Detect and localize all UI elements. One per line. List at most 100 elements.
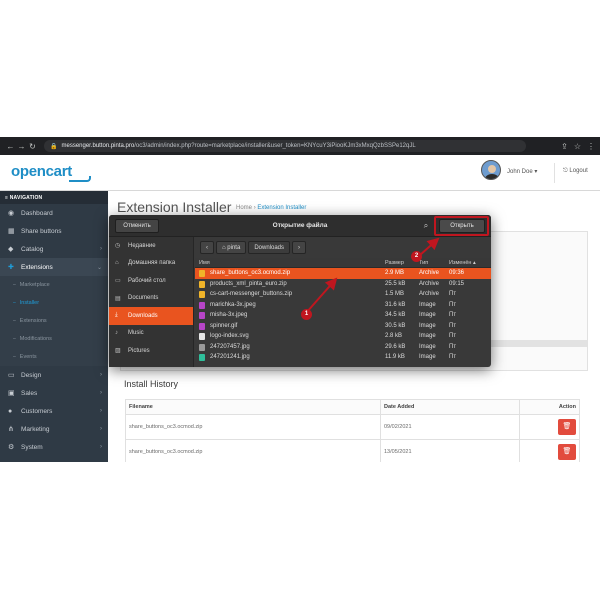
path-segment-home[interactable]: ⌂ pinta xyxy=(216,241,247,254)
star-icon[interactable]: ☆ xyxy=(574,142,581,151)
back-icon[interactable]: ← xyxy=(5,142,16,151)
place-label: Домашняя папка xyxy=(128,260,176,267)
sidebar-item-dashboard[interactable]: ◉ Dashboard xyxy=(0,204,108,222)
breadcrumb-current[interactable]: Extension Installer xyxy=(257,205,306,211)
screenshot: ← → ↻ 🔒 messenger.button.pinta.pro /oc3/… xyxy=(0,137,600,462)
bullet-icon: – xyxy=(13,282,16,288)
place-desktop[interactable]: ▭ Рабочий стол xyxy=(109,272,193,290)
sidebar-item-share-buttons[interactable]: ▦ Share buttons xyxy=(0,222,108,240)
column-header: Date Added xyxy=(380,399,520,415)
file-name: cs-cart-messenger_buttons.zip xyxy=(210,291,293,297)
sidebar-item-sales[interactable]: ▣ Sales › xyxy=(0,384,108,402)
breadcrumb-home[interactable]: Home xyxy=(236,205,252,211)
sidebar-item-marketing[interactable]: ⋔ Marketing › xyxy=(0,420,108,438)
share-icon: ⋔ xyxy=(8,426,14,433)
sidebar-subitem-events[interactable]: – Events xyxy=(0,348,108,366)
forward-icon[interactable]: → xyxy=(16,142,27,151)
opencart-logo[interactable]: opencart xyxy=(11,163,91,182)
user-icon: ● xyxy=(8,407,13,415)
browser-toolbar: ← → ↻ 🔒 messenger.button.pinta.pro /oc3/… xyxy=(0,137,600,155)
step-badge-1: 1 xyxy=(301,309,312,320)
share-icon[interactable]: ⇪ xyxy=(561,142,568,151)
file-modified: Пт xyxy=(449,333,457,339)
place-music[interactable]: ♪ Music xyxy=(109,325,193,343)
file-row[interactable]: cs-cart-messenger_buttons.zip 1.5 MB Archi… xyxy=(195,289,491,300)
column-label: Изменён xyxy=(449,259,472,266)
place-pictures[interactable]: ▨ Pictures xyxy=(109,342,193,360)
column-size[interactable]: Размер xyxy=(385,260,404,266)
column-modified[interactable]: Изменён ▴ xyxy=(449,260,476,266)
search-icon[interactable]: ⌕ xyxy=(418,219,434,233)
sidebar-subitem-extensions[interactable]: – Extensions xyxy=(0,312,108,330)
sidebar-item-label: Dashboard xyxy=(21,209,53,217)
file-name: logo-index.svg xyxy=(210,333,249,339)
sidebar-subitem-marketplace[interactable]: – Marketplace xyxy=(0,276,108,294)
user-menu[interactable]: John Doe ▾ xyxy=(507,168,537,175)
path-segment-downloads[interactable]: Downloads xyxy=(248,241,290,254)
sidebar-subitem-modifications[interactable]: – Modifications xyxy=(0,330,108,348)
file-name: misha-3x.jpeg xyxy=(210,312,248,318)
sidebar-item-customers[interactable]: ● Customers › xyxy=(0,402,108,420)
share-icon: ▦ xyxy=(8,228,15,235)
cart-icon: ▣ xyxy=(8,390,15,397)
file-row[interactable]: logo-index.svg 2.8 kB Image Пт xyxy=(195,331,491,342)
place-home[interactable]: ⌂ Домашняя папка xyxy=(109,255,193,273)
column-name[interactable]: Имя xyxy=(199,260,210,266)
logout-link[interactable]: ⎋ Logout xyxy=(563,168,588,175)
file-type: Image xyxy=(419,312,436,318)
file-size: 31.6 kB xyxy=(385,301,406,308)
address-bar[interactable]: 🔒 messenger.button.pinta.pro /oc3/admin/… xyxy=(44,140,526,152)
music-icon: ♪ xyxy=(115,330,118,337)
chevron-left-icon: ‹ xyxy=(206,244,208,251)
delete-button[interactable]: 🗑 xyxy=(558,444,576,460)
file-row[interactable]: 247201241.jpg 11.9 kB Image Пт xyxy=(195,352,491,363)
chevron-right-icon: › xyxy=(100,390,102,396)
action-cell: 🗑 xyxy=(519,439,580,462)
path-right-button[interactable]: › xyxy=(292,241,306,254)
path-left-button[interactable]: ‹ xyxy=(200,241,214,254)
reload-icon[interactable]: ↻ xyxy=(27,142,38,151)
sidebar: ≡ NAVIGATION ◉ Dashboard ▦ Share buttons ◆… xyxy=(0,191,108,462)
chevron-right-icon: › xyxy=(100,426,102,432)
sidebar-item-system[interactable]: ⚙ System › xyxy=(0,438,108,456)
sidebar-subitem-installer[interactable]: – Installer xyxy=(0,294,108,312)
file-row[interactable]: marichka-3x.jpeg 31.6 kB Image Пт xyxy=(195,300,491,311)
file-row[interactable]: misha-3x.jpeg 34.5 kB Image Пт xyxy=(195,310,491,321)
place-recent[interactable]: ◷ Недавние xyxy=(109,237,193,255)
dialog-title: Открытие файла xyxy=(272,222,328,229)
file-type: Image xyxy=(419,322,436,329)
sidebar-item-label: Marketing xyxy=(21,425,50,433)
avatar[interactable] xyxy=(481,160,501,180)
image-icon xyxy=(199,322,205,330)
trash-icon: 🗑 xyxy=(562,423,572,430)
bullet-icon: – xyxy=(13,300,16,306)
admin-header: opencart John Doe ▾ ⎋ Logout xyxy=(0,155,600,191)
sidebar-item-design[interactable]: ▭ Design › xyxy=(0,366,108,384)
image-icon xyxy=(199,312,205,319)
place-downloads[interactable]: ⤓ Downloads xyxy=(109,307,193,325)
cancel-button[interactable]: Отменить xyxy=(115,219,159,233)
file-modified: Пт xyxy=(449,301,457,308)
sidebar-item-label: Customers xyxy=(21,407,53,415)
sidebar-item-extensions[interactable]: ✚ Extensions ⌄ xyxy=(0,258,108,276)
place-documents[interactable]: ▤ Documents xyxy=(109,290,193,308)
user-name: John Doe xyxy=(507,169,533,175)
image-file-icon xyxy=(199,354,205,361)
delete-button[interactable]: 🗑 xyxy=(558,419,576,435)
file-row[interactable]: products_xml_pinta_euro.zip 25.5 kB Archiv… xyxy=(195,279,491,290)
sidebar-heading: ≡ NAVIGATION xyxy=(0,191,108,204)
sidebar-item-catalog[interactable]: ◆ Catalog › xyxy=(0,240,108,258)
document-icon: ▤ xyxy=(115,295,121,302)
file-size: 29.6 kB xyxy=(385,343,406,350)
cart-logo-icon xyxy=(69,176,91,182)
dashboard-icon: ◉ xyxy=(8,210,15,217)
file-name: 247201241.jpg xyxy=(210,354,250,360)
file-row[interactable]: share_buttons_oc3.ocmod.zip 2.9 MB Archive… xyxy=(195,268,491,279)
bullet-icon: – xyxy=(13,354,16,360)
file-row[interactable]: spinner.gif 30.5 kB Image Пт xyxy=(195,321,491,332)
file-row[interactable]: 247207457.jpg 29.6 kB Image Пт xyxy=(195,342,491,353)
menu-icon[interactable]: ⋮ xyxy=(587,142,595,151)
place-label: Downloads xyxy=(128,312,158,319)
file-modified: Пт xyxy=(449,343,457,350)
step-badge-2: 2 xyxy=(411,251,422,262)
